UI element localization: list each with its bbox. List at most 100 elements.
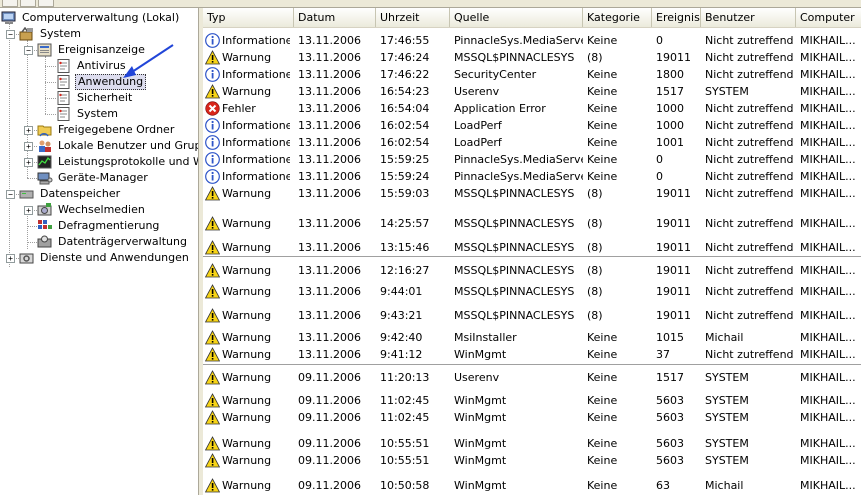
- cell-uhrzeit: 9:42:40: [380, 331, 423, 344]
- table-row[interactable]: Informationen 13.11.2006 15:59:25 PinnacleS…: [203, 152, 861, 168]
- toolbar-button[interactable]: [2, 0, 18, 7]
- table-row[interactable]: Warnung 13.11.2006 12:16:27 MSSQL$PINNACLES…: [203, 263, 861, 279]
- table-row[interactable]: Warnung 13.11.2006 15:59:03 MSSQL$PINNACLES…: [203, 186, 861, 202]
- cell-typ: Warnung: [203, 284, 290, 300]
- table-row[interactable]: Warnung 13.11.2006 14:25:57 MSSQL$PINNACLES…: [203, 216, 861, 232]
- table-row[interactable]: Warnung 13.11.2006 9:41:12 WinMgmt Keine 37 Ni…: [203, 347, 861, 363]
- table-row[interactable]: Informationen 13.11.2006 15:59:24 PinnacleS…: [203, 169, 861, 185]
- cell-ereignis: 19011: [656, 51, 691, 64]
- cell-typ: Warnung: [203, 263, 290, 279]
- cell-quelle: MSSQL$PINNACLESYS: [454, 264, 575, 277]
- toolbar-button[interactable]: [20, 0, 36, 7]
- cell-typ-label: Warnung: [222, 85, 272, 98]
- cell-benutzer: SYSTEM: [705, 85, 749, 98]
- table-row[interactable]: Fehler 13.11.2006 16:54:04 Application Erro…: [203, 101, 861, 117]
- cell-computer: MIKHAIL...: [800, 187, 856, 200]
- cell-typ: Informationen: [203, 169, 290, 185]
- column-header-ereignis[interactable]: Ereignis: [652, 8, 701, 27]
- cell-quelle: PinnacleSys.MediaServer: [454, 34, 583, 47]
- cell-computer: MIKHAIL...: [800, 309, 856, 322]
- cell-uhrzeit: 11:02:45: [380, 394, 430, 407]
- table-row[interactable]: Informationen 13.11.2006 17:46:55 PinnacleS…: [203, 33, 861, 49]
- table-row[interactable]: Informationen 13.11.2006 17:46:22 SecurityC…: [203, 67, 861, 83]
- cell-uhrzeit: 17:46:24: [380, 51, 430, 64]
- cell-computer: MIKHAIL...: [800, 479, 856, 492]
- list-header: Typ Datum Uhrzeit Quelle Kategorie Ereignis Be…: [203, 8, 861, 28]
- table-row[interactable]: Warnung 09.11.2006 11:02:45 WinMgmt Keine 560…: [203, 410, 861, 426]
- table-row[interactable]: Warnung 13.11.2006 16:54:23 Userenv Keine 151…: [203, 84, 861, 100]
- cell-uhrzeit: 16:02:54: [380, 119, 430, 132]
- toolbar-button[interactable]: [38, 0, 54, 7]
- event-list[interactable]: Typ Datum Uhrzeit Quelle Kategorie Ereignis Be…: [203, 8, 861, 495]
- cell-uhrzeit: 10:50:58: [380, 479, 430, 492]
- cell-kategorie: (8): [587, 217, 603, 230]
- cell-datum: 13.11.2006: [298, 51, 361, 64]
- cell-uhrzeit: 9:44:01: [380, 285, 423, 298]
- cell-typ-label: Warnung: [222, 331, 272, 344]
- cell-kategorie: Keine: [587, 136, 618, 149]
- cell-uhrzeit: 15:59:24: [380, 170, 430, 183]
- table-row[interactable]: Warnung 09.11.2006 11:02:45 WinMgmt Keine 560…: [203, 393, 861, 409]
- cell-typ-label: Warnung: [222, 309, 272, 322]
- cell-datum: 09.11.2006: [298, 411, 361, 424]
- table-row[interactable]: Informationen 13.11.2006 16:02:54 LoadPerf K…: [203, 135, 861, 151]
- cell-quelle: MSSQL$PINNACLESYS: [454, 285, 575, 298]
- column-header-computer[interactable]: Computer: [796, 8, 861, 27]
- table-row[interactable]: Warnung 13.11.2006 9:43:21 MSSQL$PINNACLESY…: [203, 308, 861, 324]
- column-header-benutzer[interactable]: Benutzer: [701, 8, 796, 27]
- cell-ereignis: 19011: [656, 264, 691, 277]
- cell-typ: Warnung: [203, 347, 290, 363]
- table-row[interactable]: Warnung 09.11.2006 11:20:13 Userenv Keine 151…: [203, 370, 861, 386]
- cell-datum: 13.11.2006: [298, 217, 361, 230]
- cell-typ-label: Warnung: [222, 217, 272, 230]
- table-row[interactable]: Warnung 09.11.2006 10:50:58 WinMgmt Keine 63 M…: [203, 478, 861, 494]
- cell-uhrzeit: 9:43:21: [380, 309, 423, 322]
- cell-quelle: SecurityCenter: [454, 68, 537, 81]
- cell-typ: Warnung: [203, 478, 290, 494]
- cell-computer: MIKHAIL...: [800, 217, 856, 230]
- column-header-kategorie[interactable]: Kategorie: [583, 8, 652, 27]
- cell-kategorie: Keine: [587, 394, 618, 407]
- cell-typ: Informationen: [203, 33, 290, 49]
- table-row[interactable]: Warnung 13.11.2006 13:15:46 MSSQL$PINNACLES…: [203, 240, 861, 256]
- cell-typ-label: Warnung: [222, 437, 272, 450]
- cell-typ-label: Informationen: [222, 170, 290, 183]
- cell-uhrzeit: 10:55:51: [380, 437, 430, 450]
- cell-typ-label: Warnung: [222, 479, 272, 492]
- toolbar-strip: [0, 0, 861, 8]
- cell-typ: Informationen: [203, 67, 290, 83]
- cell-quelle: Userenv: [454, 371, 500, 384]
- cell-datum: 09.11.2006: [298, 437, 361, 450]
- cell-typ: Warnung: [203, 453, 290, 469]
- cell-ereignis: 19011: [656, 217, 691, 230]
- cell-computer: MIKHAIL...: [800, 34, 856, 47]
- cell-ereignis: 19011: [656, 187, 691, 200]
- console-tree[interactable]: Computerverwaltung (Lokal) System − Ereign…: [0, 8, 198, 495]
- cell-typ-label: Informationen: [222, 153, 290, 166]
- cell-quelle: MSSQL$PINNACLESYS: [454, 187, 575, 200]
- column-header-typ[interactable]: Typ: [203, 8, 294, 27]
- cell-typ-label: Warnung: [222, 411, 272, 424]
- table-row[interactable]: Warnung 13.11.2006 17:46:24 MSSQL$PINNACLES…: [203, 50, 861, 66]
- cell-uhrzeit: 12:16:27: [380, 264, 430, 277]
- cell-ereignis: 19011: [656, 241, 691, 254]
- cell-benutzer: Nicht zutreffend: [705, 119, 794, 132]
- cell-typ-label: Warnung: [222, 454, 272, 467]
- cell-benutzer: Michail: [705, 331, 744, 344]
- cell-ereignis: 1001: [656, 136, 684, 149]
- table-row[interactable]: Warnung 13.11.2006 9:42:40 MsiInstaller Kein…: [203, 330, 861, 346]
- column-header-uhrzeit[interactable]: Uhrzeit: [376, 8, 450, 27]
- column-header-quelle[interactable]: Quelle: [450, 8, 583, 27]
- cell-datum: 09.11.2006: [298, 479, 361, 492]
- table-row[interactable]: Informationen 13.11.2006 16:02:54 LoadPerf K…: [203, 118, 861, 134]
- table-row[interactable]: Warnung 09.11.2006 10:55:51 WinMgmt Keine 560…: [203, 453, 861, 469]
- cell-computer: MIKHAIL...: [800, 394, 856, 407]
- cell-ereignis: 19011: [656, 309, 691, 322]
- cell-datum: 13.11.2006: [298, 119, 361, 132]
- table-row[interactable]: Warnung 09.11.2006 10:55:51 WinMgmt Keine 560…: [203, 436, 861, 452]
- table-row[interactable]: Warnung 13.11.2006 9:44:01 MSSQL$PINNACLESY…: [203, 284, 861, 300]
- column-header-datum[interactable]: Datum: [294, 8, 376, 27]
- cell-benutzer: Nicht zutreffend: [705, 241, 794, 254]
- cell-datum: 13.11.2006: [298, 170, 361, 183]
- cell-computer: MIKHAIL...: [800, 102, 856, 115]
